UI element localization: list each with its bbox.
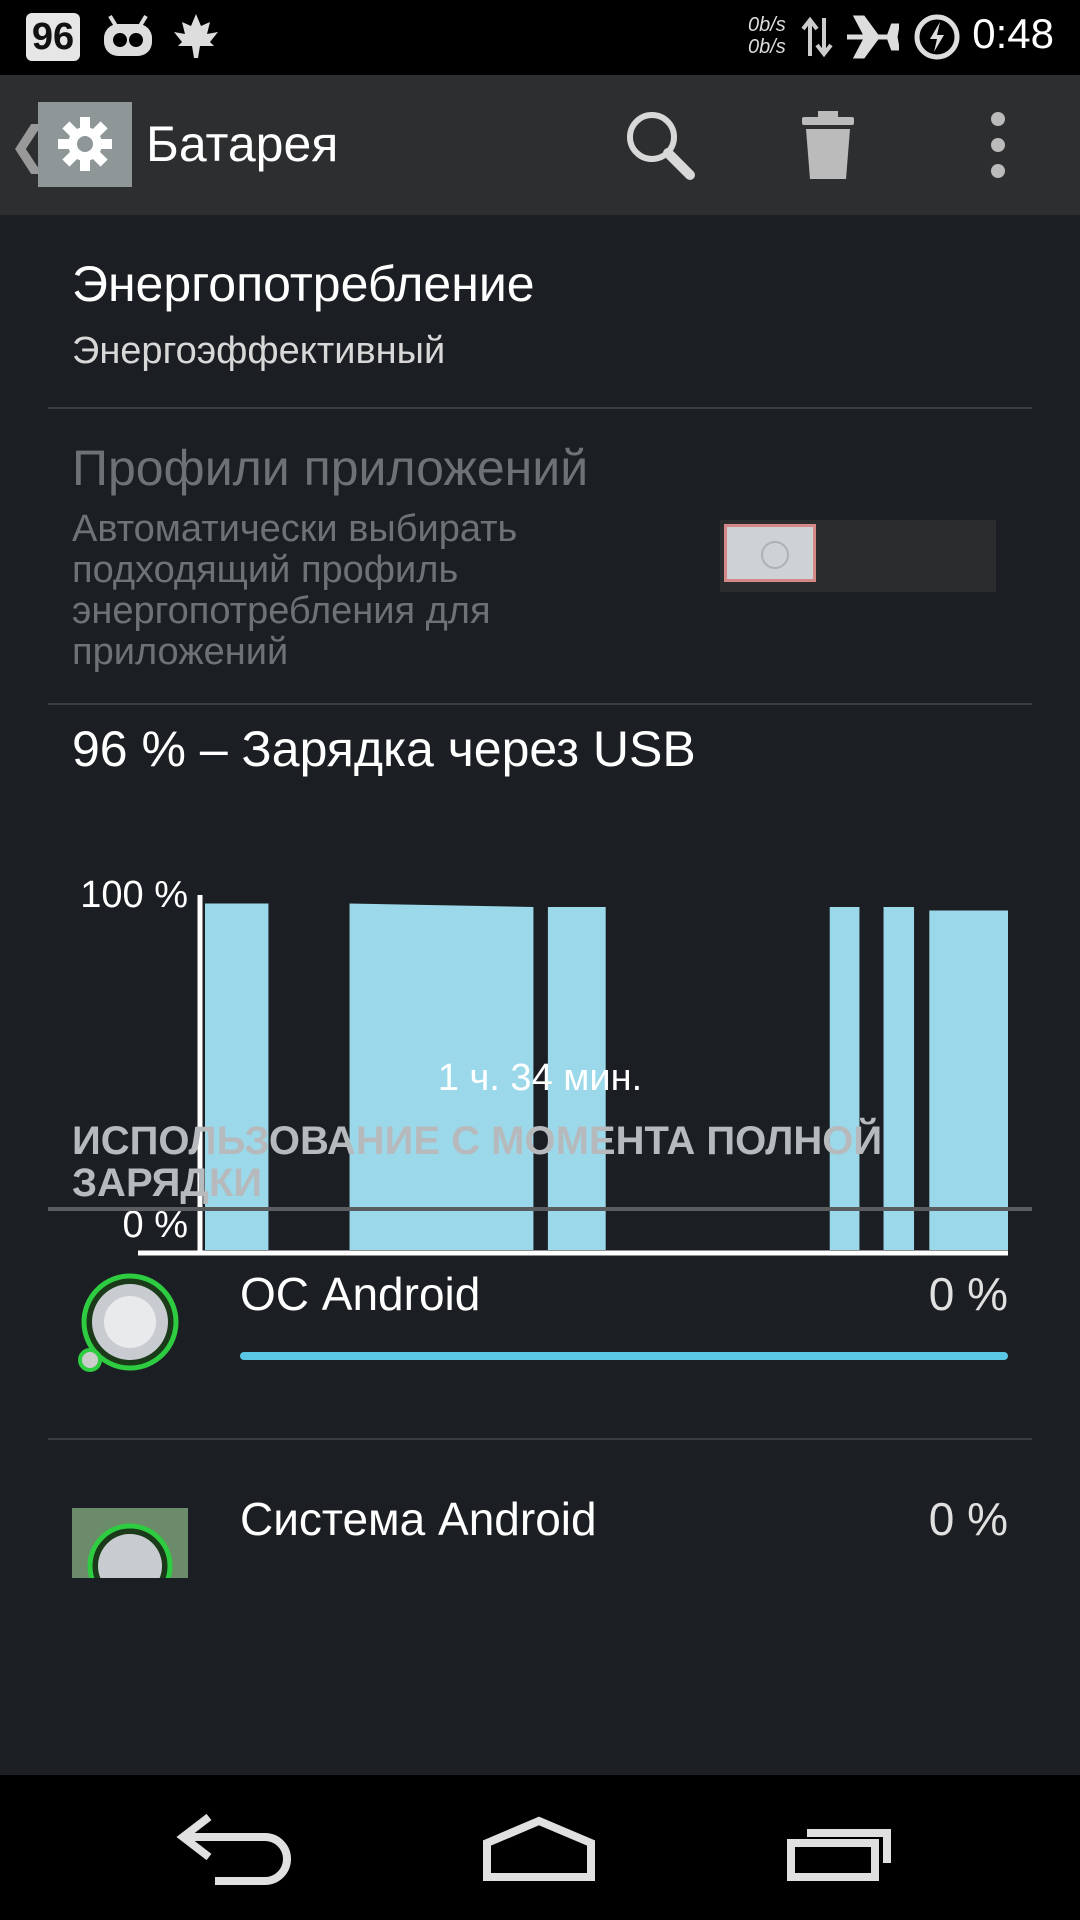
maple-leaf-icon: [174, 14, 218, 58]
settings-gear-icon: [58, 117, 112, 171]
overflow-menu-button[interactable]: [958, 105, 1038, 185]
battery-charging-icon: [914, 14, 960, 60]
search-button[interactable]: [620, 105, 700, 185]
app-name: Система Android: [240, 1493, 597, 1545]
app-profiles-toggle[interactable]: [720, 520, 996, 592]
usage-section-header: ИСПОЛЬЗОВАНИЕ С МОМЕНТА ПОЛНОЙ ЗАРЯДКИ: [72, 1119, 883, 1205]
action-bar: ❮ Батарея: [0, 75, 1080, 215]
app-profiles-description: Автоматически выбирать подходящий профил…: [72, 508, 518, 673]
navigation-bar: [0, 1775, 1080, 1920]
app-profiles-title: Профили приложений: [72, 440, 589, 496]
android-system-knob-icon: [72, 1508, 188, 1578]
trash-icon: [802, 111, 854, 179]
overflow-menu-icon: [991, 112, 1005, 178]
y-axis-top-label: 100 %: [80, 874, 188, 916]
toggle-thumb: [724, 524, 816, 582]
data-transfer-arrows-icon: [801, 16, 833, 58]
back-button[interactable]: [175, 1805, 305, 1895]
power-profile-row[interactable]: Энергопотребление Энергоэффективный: [0, 215, 1080, 405]
list-item-android-system[interactable]: Система Android 0 %: [0, 1440, 1080, 1660]
home-button[interactable]: [475, 1805, 605, 1895]
chart-duration-label: 1 ч. 34 мин.: [437, 1057, 643, 1099]
battery-settings-content: Энергопотребление Энергоэффективный Проф…: [0, 215, 1080, 1775]
clock: 0:48: [972, 10, 1054, 57]
power-profile-summary: Энергоэффективный: [72, 330, 446, 372]
airplane-mode-icon: [847, 15, 899, 59]
delete-history-button[interactable]: [788, 105, 868, 185]
page-title: Батарея: [146, 116, 339, 172]
app-percent: 0 %: [928, 1493, 1008, 1545]
section-rule: [48, 1207, 1032, 1211]
home-icon: [483, 1816, 595, 1881]
net-up-text: 0b/s: [748, 14, 786, 36]
cyanogen-mascot-icon: [104, 14, 152, 56]
battery-level-badge: 96: [26, 13, 80, 61]
power-profile-title: Энергопотребление: [72, 256, 535, 312]
settings-app-icon[interactable]: [38, 102, 132, 187]
network-speed: 0b/s 0b/s: [748, 14, 796, 58]
net-down-text: 0b/s: [748, 36, 786, 58]
recent-apps-icon: [787, 1829, 891, 1881]
app-usage-bar: [240, 1352, 1008, 1360]
battery-status-text: 96 % – Зарядка через USB: [72, 721, 696, 777]
recent-apps-button[interactable]: [775, 1805, 905, 1895]
status-bar: 96 0b/s 0b/s 0:48: [0, 0, 1080, 75]
list-item-android-os[interactable]: ОС Android 0 %: [0, 1215, 1080, 1435]
android-os-knob-icon: [78, 1273, 179, 1372]
divider: [48, 703, 1032, 705]
search-icon: [627, 112, 695, 180]
back-arrow-icon: [176, 1813, 291, 1885]
app-name: ОС Android: [240, 1268, 481, 1320]
app-percent: 0 %: [928, 1268, 1008, 1320]
